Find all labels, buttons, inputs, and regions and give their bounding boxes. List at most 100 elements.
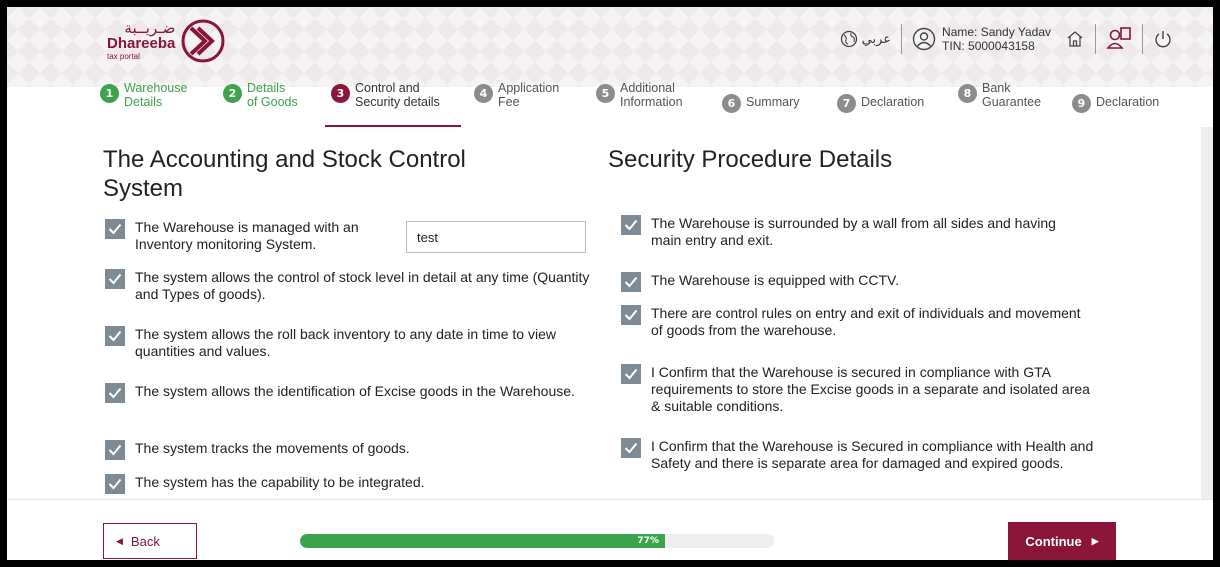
divider: [901, 24, 903, 54]
step-number: 7: [837, 94, 856, 113]
step-label: Warehouse: [124, 81, 188, 95]
step-declaration[interactable]: 7 Declaration: [837, 91, 924, 113]
step-number: 1: [100, 84, 119, 103]
power-icon[interactable]: [1153, 29, 1173, 49]
checkbox-label: The system tracks the movements of goods…: [135, 440, 410, 456]
language-label: عربي: [861, 31, 892, 47]
user-icon: [912, 27, 936, 51]
security-section-title: Security Procedure Details: [608, 146, 893, 173]
content-scrollbar[interactable]: [1201, 127, 1213, 499]
checkbox[interactable]: [621, 272, 641, 292]
check-icon: [624, 276, 638, 288]
continue-arrow-icon: ▶: [1091, 535, 1099, 546]
dhareeba-logo[interactable]: ضـريــبة Dhareeba tax portal: [107, 19, 225, 63]
inventory-system-input[interactable]: [406, 221, 586, 253]
divider: [1142, 24, 1143, 54]
checkbox-label: I Confirm that the Warehouse is Secured …: [651, 438, 1094, 471]
checkbox[interactable]: [621, 438, 641, 458]
step-number: 9: [1072, 94, 1091, 113]
checkbox[interactable]: [621, 364, 641, 384]
step-label: Information: [620, 95, 683, 109]
progress-fill: 77%: [300, 534, 665, 548]
step-number: 3: [331, 84, 350, 103]
progress-stepper: 1 Warehouse Details 2 Details of Goods 3 C…: [7, 81, 1213, 127]
checkbox-label: The Warehouse is managed with an Invento…: [135, 219, 359, 252]
step-label: Control and: [355, 81, 420, 95]
accounting-item: The system allows the identification of …: [105, 383, 595, 403]
step-summary[interactable]: 6 Summary: [722, 91, 799, 113]
check-icon: [624, 442, 638, 454]
accounting-item: The system tracks the movements of goods…: [105, 440, 595, 460]
continue-button[interactable]: Continue ▶: [1008, 522, 1116, 560]
step-label: Summary: [746, 95, 800, 109]
checkbox[interactable]: [105, 474, 125, 494]
step-bank-guarantee[interactable]: 8 Bank Guarantee: [958, 81, 1041, 109]
globe-icon: [840, 30, 857, 48]
step-label: Details: [124, 95, 163, 109]
checkbox[interactable]: [105, 440, 125, 460]
step-label: Declaration: [1096, 95, 1160, 109]
step-details-of-goods[interactable]: 2 Details of Goods: [223, 81, 298, 109]
security-item: I Confirm that the Warehouse is Secured …: [621, 438, 1101, 472]
accounting-section-title: The Accounting and Stock Control System: [103, 145, 466, 203]
step-number: 4: [474, 84, 493, 103]
checkbox[interactable]: [621, 215, 641, 235]
step-additional-information[interactable]: 5 Additional Information: [596, 81, 683, 109]
step-label: Additional: [620, 81, 675, 95]
checkbox[interactable]: [105, 219, 125, 239]
security-item: The Warehouse is surrounded by a wall fr…: [621, 215, 1081, 249]
step-label: Fee: [498, 95, 520, 109]
continue-button-label: Continue: [1025, 533, 1082, 549]
check-icon: [108, 444, 122, 456]
check-icon: [108, 223, 122, 235]
title-line: System: [103, 175, 184, 202]
step-final-declaration[interactable]: 9 Declaration: [1072, 91, 1159, 113]
step-label: Details: [247, 81, 286, 95]
step-label: Application: [498, 81, 560, 95]
step-label: Declaration: [861, 95, 925, 109]
header-actions: عربي Name: Sandy Yadav TIN: 5000043158: [840, 19, 1173, 59]
back-button-label: Back: [130, 533, 160, 549]
security-item: The Warehouse is equipped with CCTV.: [621, 272, 1081, 292]
step-label: of Goods: [247, 95, 298, 109]
user-info: Name: Sandy Yadav TIN: 5000043158: [912, 25, 1051, 53]
checkbox[interactable]: [621, 305, 641, 325]
checkbox-label: I Confirm that the Warehouse is secured …: [651, 364, 1090, 414]
step-label: Guarantee: [982, 95, 1042, 109]
checkbox-label: The system allows the identification of …: [135, 383, 575, 399]
step-application-fee[interactable]: 4 Application Fee: [474, 81, 559, 109]
step-number: 5: [596, 84, 615, 103]
checkbox-label: The system allows the roll back inventor…: [135, 326, 556, 359]
logo-subtitle: tax portal: [107, 52, 140, 61]
check-icon: [108, 478, 122, 490]
checkbox[interactable]: [105, 383, 125, 403]
accounting-item: The Warehouse is managed with an Invento…: [105, 219, 405, 253]
step-warehouse-details[interactable]: 1 Warehouse Details: [100, 81, 187, 109]
step-label: Security details: [355, 95, 440, 109]
check-icon: [108, 273, 122, 285]
check-icon: [624, 309, 638, 321]
accounting-item: The system has the capability to be inte…: [105, 474, 595, 494]
step-number: 6: [722, 94, 741, 113]
checkbox-label: The system has the capability to be inte…: [135, 474, 425, 490]
checkbox[interactable]: [105, 269, 125, 289]
app-frame: ضـريــبة Dhareeba tax portal عربي Name: …: [7, 7, 1213, 560]
step-number: 2: [223, 84, 242, 103]
accounting-item: The system allows the control of stock l…: [105, 269, 595, 303]
logo-arabic-text: ضـريــبة: [124, 19, 176, 37]
language-switch[interactable]: عربي: [840, 30, 891, 48]
check-icon: [108, 387, 122, 399]
profile-switch-icon[interactable]: [1106, 26, 1132, 52]
checkbox-label: The system allows the control of stock l…: [135, 269, 590, 302]
accounting-item: The system allows the roll back inventor…: [105, 326, 595, 360]
checkbox-label: There are control rules on entry and exi…: [651, 305, 1081, 338]
checkbox-label: The Warehouse is surrounded by a wall fr…: [651, 215, 1056, 248]
check-icon: [624, 219, 638, 231]
back-button[interactable]: ◀ Back: [103, 523, 197, 559]
home-icon[interactable]: [1065, 29, 1085, 49]
step-control-and-security[interactable]: 3 Control and Security details: [331, 81, 440, 109]
top-header: ضـريــبة Dhareeba tax portal عربي Name: …: [7, 7, 1213, 87]
logo-mark-icon: [181, 19, 225, 63]
main-content: The Accounting and Stock Control System …: [7, 127, 1213, 499]
checkbox[interactable]: [105, 326, 125, 346]
